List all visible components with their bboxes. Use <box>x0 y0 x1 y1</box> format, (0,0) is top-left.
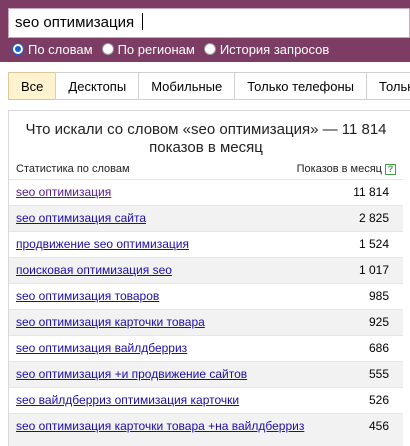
mode-by-regions[interactable]: По регионам <box>101 41 195 57</box>
impressions-count: 686 <box>368 341 389 355</box>
phrase-link[interactable]: seo оптимизация карточки товара +на вайл… <box>16 419 316 434</box>
phrase-link[interactable]: seo оптимизация вайлдберриз <box>16 341 316 356</box>
mode-label: По словам <box>28 41 93 57</box>
table-row: seo оптимизация 11 814 <box>9 179 403 205</box>
table-row: поисковая оптимизация seo 1 017 <box>9 257 403 283</box>
table-row: продвижение seo оптимизация 1 524 <box>9 231 403 257</box>
search-header: seo оптимизация По словам По регионам Ис… <box>0 0 410 62</box>
mode-label: По регионам <box>117 41 195 57</box>
search-query-text: seo оптимизация <box>15 14 135 31</box>
impressions-count: 1 524 <box>358 237 389 251</box>
tab-phones-only[interactable]: Только телефоны <box>234 72 368 100</box>
table-row: seo оптимизация сайта 2 825 <box>9 205 403 231</box>
impressions-count: 925 <box>368 315 389 329</box>
text-cursor <box>142 13 144 30</box>
column-header-impressions-label: Показов в месяц <box>296 163 382 175</box>
radio-selected-icon[interactable] <box>12 43 24 55</box>
impressions-count: 555 <box>368 367 389 381</box>
table-row: seo вайлдберриз оптимизация карточки 526 <box>9 387 403 413</box>
table-row: seo оптимизация карточки товара 925 <box>9 309 403 335</box>
table-row: seo оптимизация карточки товара +на вайл… <box>9 413 403 446</box>
help-icon[interactable]: ? <box>385 163 396 175</box>
phrase-link[interactable]: поисковая оптимизация seo <box>16 263 316 278</box>
phrase-link[interactable]: seo оптимизация карточки товара <box>16 315 316 330</box>
column-header-impressions: Показов в месяц ? <box>297 163 396 175</box>
phrase-link[interactable]: продвижение seo оптимизация <box>16 237 316 252</box>
tab-desktops[interactable]: Десктопы <box>55 72 140 100</box>
phrase-link[interactable]: seo оптимизация сайта <box>16 211 316 226</box>
tab-mobile[interactable]: Мобильные <box>138 72 236 100</box>
tab-all[interactable]: Все <box>8 72 57 100</box>
mode-label: История запросов <box>219 41 330 57</box>
radio-icon[interactable] <box>203 43 216 55</box>
impressions-count: 985 <box>368 289 389 303</box>
impressions-count: 2 825 <box>358 211 389 225</box>
panel-title: Что искали со словом «seo оптимизация» —… <box>25 121 387 156</box>
table-row: seo оптимизация вайлдберриз 686 <box>9 335 403 361</box>
impressions-count: 456 <box>368 419 389 433</box>
phrase-link[interactable]: seo оптимизация товаров <box>16 289 316 304</box>
tab-tablets-only[interactable]: Тольк <box>366 72 410 100</box>
phrase-link[interactable]: seo оптимизация <box>16 185 316 200</box>
mode-history[interactable]: История запросов <box>203 41 330 57</box>
word-stats-panel: Что искали со словом «seo оптимизация» —… <box>8 110 410 446</box>
stats-table: seo оптимизация 11 814 seo оптимизация с… <box>9 179 403 446</box>
impressions-count: 1 017 <box>358 263 389 277</box>
radio-icon[interactable] <box>101 43 114 55</box>
column-header-phrases: Статистика по словам <box>16 163 130 175</box>
table-row: seo оптимизация +и продвижение сайтов 55… <box>9 361 403 387</box>
table-row: seo оптимизация товаров 985 <box>9 283 403 309</box>
search-input[interactable]: seo оптимизация <box>8 8 410 38</box>
device-tabs: Все Десктопы Мобильные Только телефоны Т… <box>8 72 410 100</box>
search-mode-group: По словам По регионам История запросов <box>12 40 338 58</box>
impressions-count: 11 814 <box>353 185 389 199</box>
phrase-link[interactable]: seo вайлдберриз оптимизация карточки <box>16 393 316 408</box>
impressions-count: 526 <box>368 393 389 407</box>
phrase-link[interactable]: seo оптимизация +и продвижение сайтов <box>16 367 316 382</box>
mode-by-words[interactable]: По словам <box>12 42 93 57</box>
